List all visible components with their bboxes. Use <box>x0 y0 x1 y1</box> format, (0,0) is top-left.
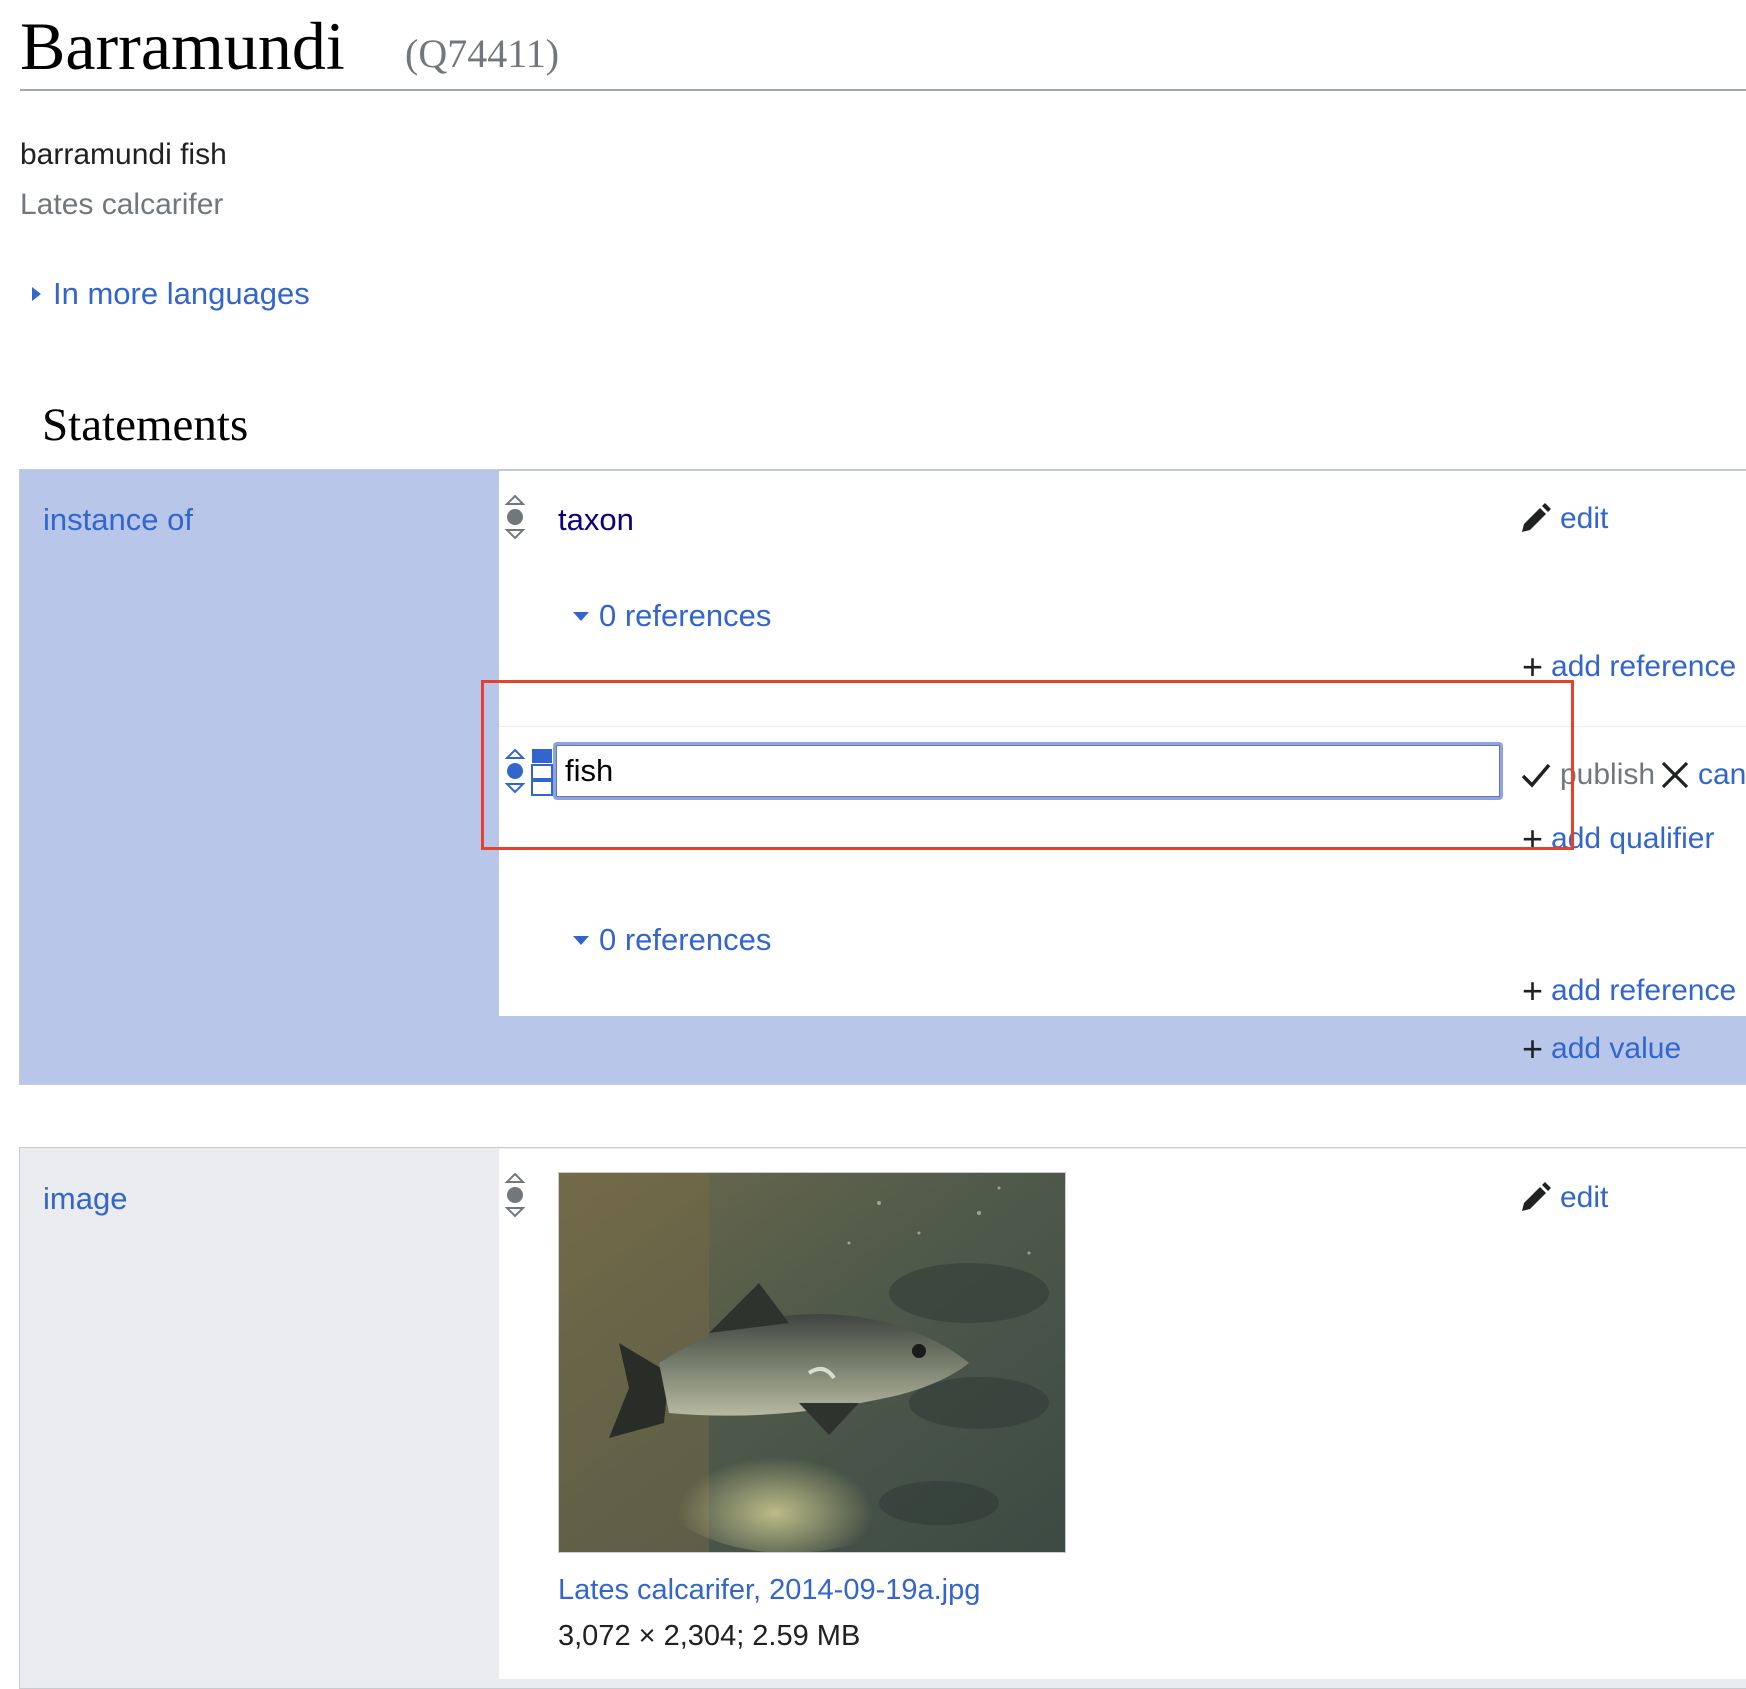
rank-selector-active-icon[interactable] <box>504 748 526 794</box>
plus-icon: + <box>1522 646 1544 687</box>
page-title: Barramundi <box>20 8 345 84</box>
cancel-label: can <box>1698 758 1746 791</box>
entity-id: (Q74411) <box>405 31 560 76</box>
rank-selector-icon[interactable] <box>504 494 526 540</box>
cancel-button[interactable]: can <box>1660 758 1746 792</box>
value-input-wrapper <box>553 742 1503 800</box>
in-more-languages-toggle[interactable]: In more languages <box>32 276 310 312</box>
property-instance-of[interactable]: instance of <box>43 502 193 538</box>
plus-icon: + <box>1522 970 1544 1011</box>
rank-selector-icon[interactable] <box>504 1172 526 1218</box>
add-reference-button[interactable]: + add reference <box>1522 646 1737 687</box>
add-value-button[interactable]: + add value <box>1522 1028 1682 1069</box>
publish-button[interactable]: publish <box>1520 758 1655 792</box>
snak-type-selector-icon[interactable] <box>530 748 554 796</box>
add-reference-button[interactable]: + add reference <box>1522 970 1737 1011</box>
checkmark-icon <box>1521 763 1551 788</box>
pencil-icon <box>1522 1182 1551 1211</box>
edit-button[interactable]: edit <box>1518 1181 1608 1215</box>
add-reference-label: add reference <box>1551 974 1737 1007</box>
in-more-languages-label: In more languages <box>53 276 310 311</box>
triangle-right-icon <box>32 287 41 301</box>
pencil-icon <box>1522 503 1551 532</box>
image-file-link[interactable]: Lates calcarifer, 2014-09-19a.jpg <box>558 1574 980 1607</box>
entity-label: barramundi fish <box>20 138 227 171</box>
statement-value-input[interactable] <box>556 745 1500 797</box>
references-count: 0 references <box>599 598 772 633</box>
triangle-down-icon <box>573 611 589 621</box>
plus-icon: + <box>1522 818 1544 859</box>
entity-description: Lates calcarifer <box>20 188 224 221</box>
statements-heading: Statements <box>42 399 249 451</box>
statement-divider <box>499 726 1746 727</box>
add-qualifier-button[interactable]: + add qualifier <box>1522 818 1715 859</box>
image-thumbnail[interactable] <box>558 1172 1066 1553</box>
close-icon <box>1661 761 1689 789</box>
triangle-down-icon <box>573 935 589 945</box>
fish-image <box>559 1173 1065 1552</box>
statement-value-taxon[interactable]: taxon <box>558 502 634 538</box>
image-file-meta: 3,072 × 2,304; 2.59 MB <box>558 1620 861 1652</box>
edit-label: edit <box>1560 1181 1609 1214</box>
references-toggle[interactable]: 0 references <box>573 598 771 634</box>
publish-label: publish <box>1560 758 1656 791</box>
property-image[interactable]: image <box>43 1181 127 1217</box>
plus-icon: + <box>1522 1028 1544 1069</box>
add-value-label: add value <box>1551 1032 1682 1065</box>
title-divider <box>20 89 1746 91</box>
references-count: 0 references <box>599 922 772 957</box>
add-reference-label: add reference <box>1551 650 1737 683</box>
edit-button[interactable]: edit <box>1518 502 1608 536</box>
add-qualifier-label: add qualifier <box>1551 822 1715 855</box>
edit-label: edit <box>1560 502 1609 535</box>
references-toggle[interactable]: 0 references <box>573 922 771 958</box>
